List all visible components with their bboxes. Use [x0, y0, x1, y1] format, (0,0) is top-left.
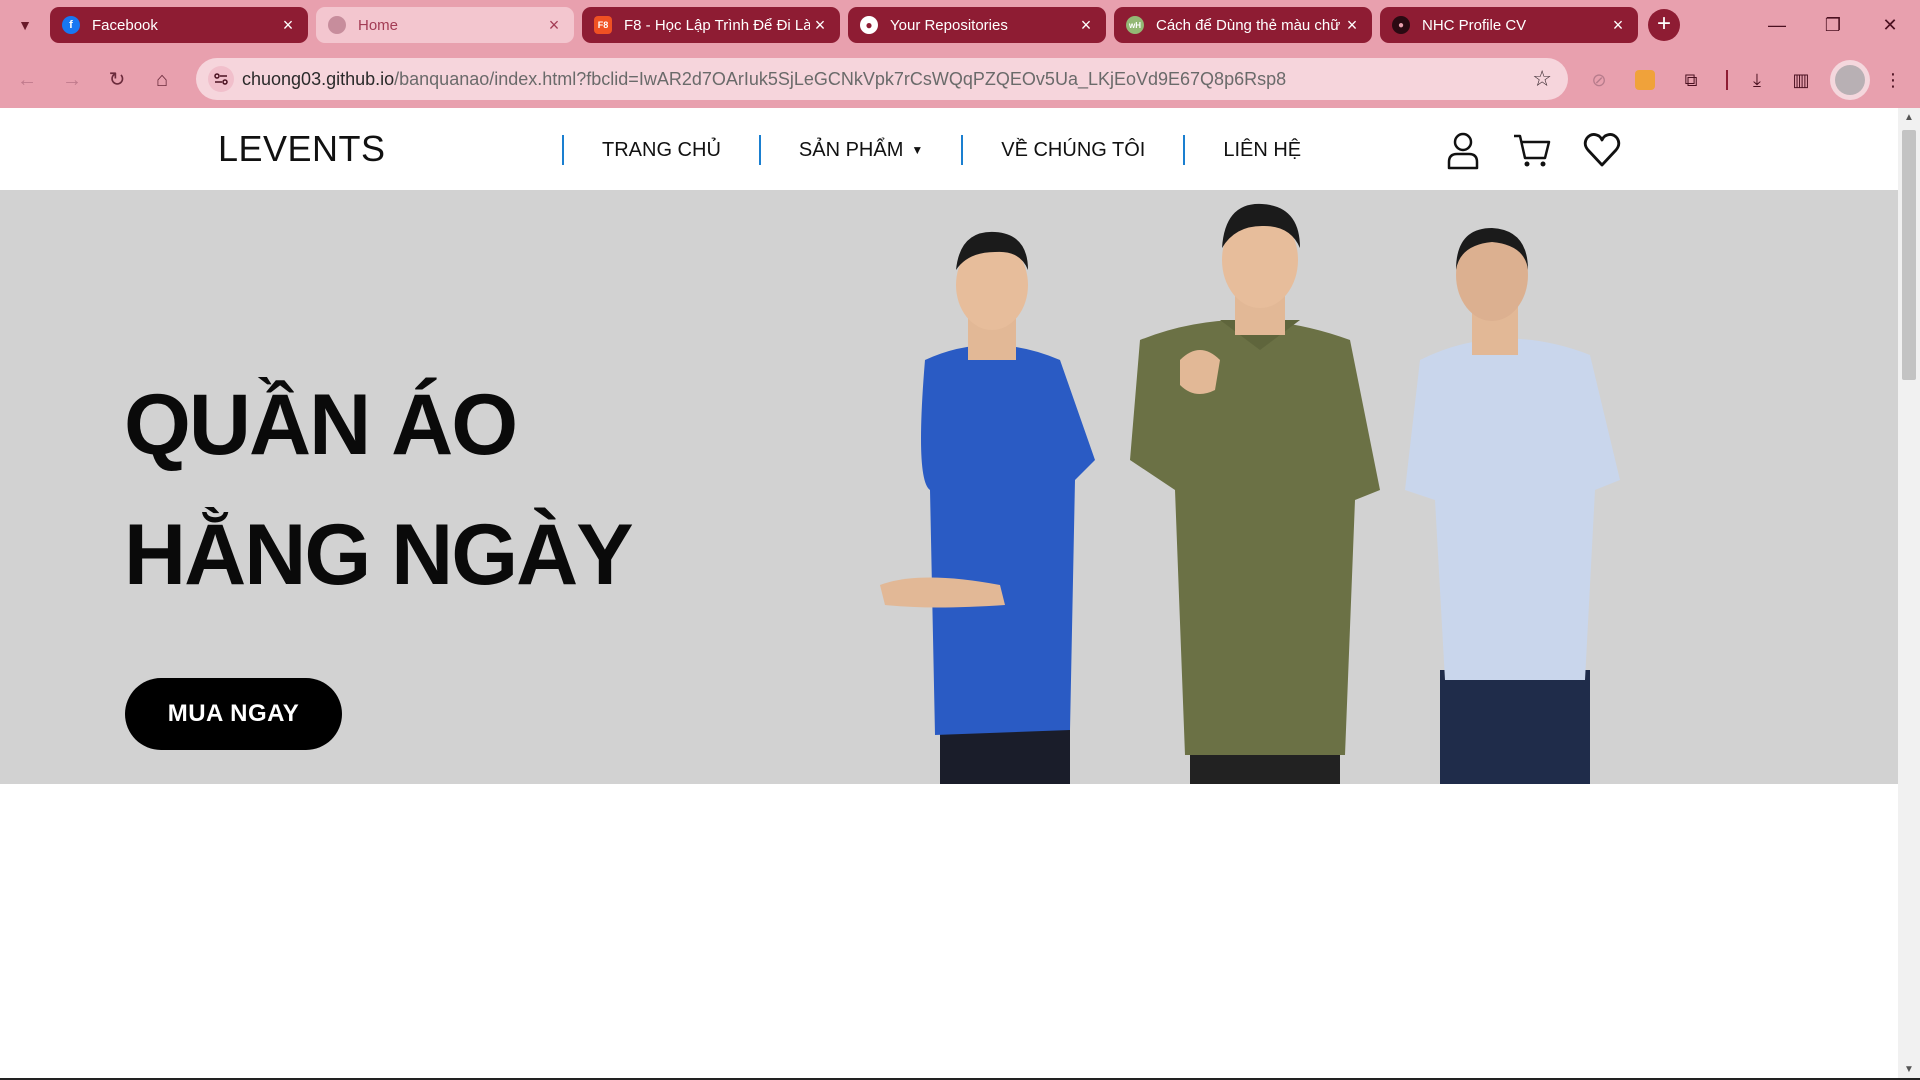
site-info-icon[interactable] — [208, 66, 234, 92]
model-lightblue-shirt — [1405, 228, 1620, 784]
caret-down-icon: ▼ — [911, 143, 924, 157]
main-nav: TRANG CHỦ SẢN PHẨM ▼ VỀ CHÚNG TÔI LIÊN HỆ — [562, 135, 1339, 165]
scroll-thumb[interactable] — [1902, 130, 1916, 380]
profile-avatar[interactable] — [1830, 60, 1870, 100]
model-blue-shirt — [880, 231, 1095, 784]
tab-search-icon[interactable]: ▼ — [10, 10, 40, 40]
nav-label: LIÊN HỆ — [1223, 138, 1302, 161]
extensions-puzzle-icon[interactable]: ⧉ — [1678, 67, 1704, 93]
reload-icon[interactable]: ↻ — [102, 65, 132, 95]
browser-toolbar: ← → ↻ ⌂ chuong03.github.io/banquanao/ind… — [0, 50, 1920, 108]
tab-title: Home — [358, 16, 399, 34]
nav-label: SẢN PHẨM — [798, 138, 904, 161]
back-icon[interactable]: ← — [12, 65, 42, 95]
restore-icon[interactable]: ❐ — [1818, 10, 1848, 40]
page-scrollbar[interactable]: ▲ ▼ — [1898, 108, 1920, 1080]
tab-title: Your Repositories — [890, 16, 1008, 34]
minimize-icon[interactable]: — — [1762, 10, 1792, 40]
web-page: LEVENTS TRANG CHỦ SẢN PHẨM ▼ VỀ CHÚNG TÔI… — [0, 108, 1898, 1080]
url-host: chuong03.github.io — [242, 69, 395, 89]
nav-item-products[interactable]: SẢN PHẨM ▼ — [761, 139, 961, 162]
hero-title: QUẦN ÁO HẰNG NGÀY — [124, 360, 634, 620]
tab-title: F8 - Học Lập Trình Để Đi Làm — [624, 16, 810, 34]
model-olive-polo — [1130, 203, 1380, 784]
close-icon[interactable]: × — [1608, 16, 1628, 34]
github-icon: ● — [860, 16, 878, 34]
tab-wikihow[interactable]: wH Cách để Dùng thẻ màu chữ × — [1114, 7, 1372, 43]
tab-facebook[interactable]: f Facebook × — [50, 7, 308, 43]
menu-dots-icon[interactable]: ⋮ — [1880, 67, 1906, 93]
globe-icon — [328, 16, 346, 34]
tab-nhc-profile[interactable]: ● NHC Profile CV × — [1380, 7, 1638, 43]
heart-icon[interactable] — [1582, 130, 1622, 170]
side-panel-icon[interactable]: ▥ — [1788, 67, 1814, 93]
tab-github[interactable]: ● Your Repositories × — [848, 7, 1106, 43]
bookmark-star-icon[interactable]: ☆ — [1532, 66, 1552, 92]
tab-f8[interactable]: F8 F8 - Học Lập Trình Để Đi Làm × — [582, 7, 840, 43]
url-path: /banquanao/index.html?fbclid=IwAR2d7OArI… — [394, 69, 1287, 89]
close-icon[interactable]: × — [544, 16, 564, 34]
wikihow-icon: wH — [1126, 16, 1144, 34]
scroll-up-icon[interactable]: ▲ — [1902, 112, 1916, 123]
separator — [1714, 67, 1740, 93]
extension-disabled-icon[interactable]: ⊘ — [1586, 67, 1612, 93]
tab-bar: ▼ f Facebook × Home × F8 F8 - Học Lập Tr… — [0, 0, 1920, 50]
nav-item-home[interactable]: TRANG CHỦ — [564, 139, 759, 162]
site-logo[interactable]: LEVENTS — [218, 128, 386, 170]
extension-orange-icon[interactable] — [1632, 67, 1658, 93]
f8-icon: F8 — [594, 16, 612, 34]
tab-title: Facebook — [92, 16, 158, 34]
cart-icon[interactable] — [1512, 130, 1552, 170]
buy-now-button[interactable]: MUA NGAY — [125, 678, 342, 750]
site-header: LEVENTS TRANG CHỦ SẢN PHẨM ▼ VỀ CHÚNG TÔI… — [0, 108, 1898, 190]
close-icon[interactable]: × — [1342, 16, 1362, 34]
nav-label: VỀ CHÚNG TÔI — [1001, 138, 1146, 161]
user-icon[interactable] — [1443, 130, 1483, 170]
tab-title: Cách để Dùng thẻ màu chữ — [1156, 16, 1341, 34]
nav-label: TRANG CHỦ — [602, 138, 721, 161]
hero-title-line: HẰNG NGÀY — [124, 507, 634, 603]
tab-home[interactable]: Home × — [316, 7, 574, 43]
nav-item-about[interactable]: VỀ CHÚNG TÔI — [963, 139, 1183, 162]
forward-icon[interactable]: → — [57, 65, 87, 95]
scroll-down-icon[interactable]: ▼ — [1902, 1064, 1916, 1075]
hero-title-line: QUẦN ÁO — [124, 377, 518, 473]
hero-models-image — [880, 203, 1620, 784]
url-text: chuong03.github.io/banquanao/index.html?… — [242, 69, 1286, 90]
download-icon[interactable]: ⤓ — [1744, 67, 1770, 93]
hero-banner: QUẦN ÁO HẰNG NGÀY MUA NGAY — [0, 190, 1898, 784]
nav-item-contact[interactable]: LIÊN HỆ — [1185, 139, 1339, 162]
close-icon[interactable]: × — [1076, 16, 1096, 34]
new-tab-button[interactable]: + — [1648, 9, 1680, 41]
address-bar[interactable]: chuong03.github.io/banquanao/index.html?… — [196, 58, 1568, 100]
profile-icon: ● — [1392, 16, 1410, 34]
tab-title: NHC Profile CV — [1422, 16, 1527, 34]
facebook-icon: f — [62, 16, 80, 34]
close-window-icon[interactable]: ✕ — [1875, 10, 1905, 40]
close-icon[interactable]: × — [278, 16, 298, 34]
avatar — [1835, 65, 1865, 95]
close-icon[interactable]: × — [810, 16, 830, 34]
home-icon[interactable]: ⌂ — [147, 65, 177, 95]
